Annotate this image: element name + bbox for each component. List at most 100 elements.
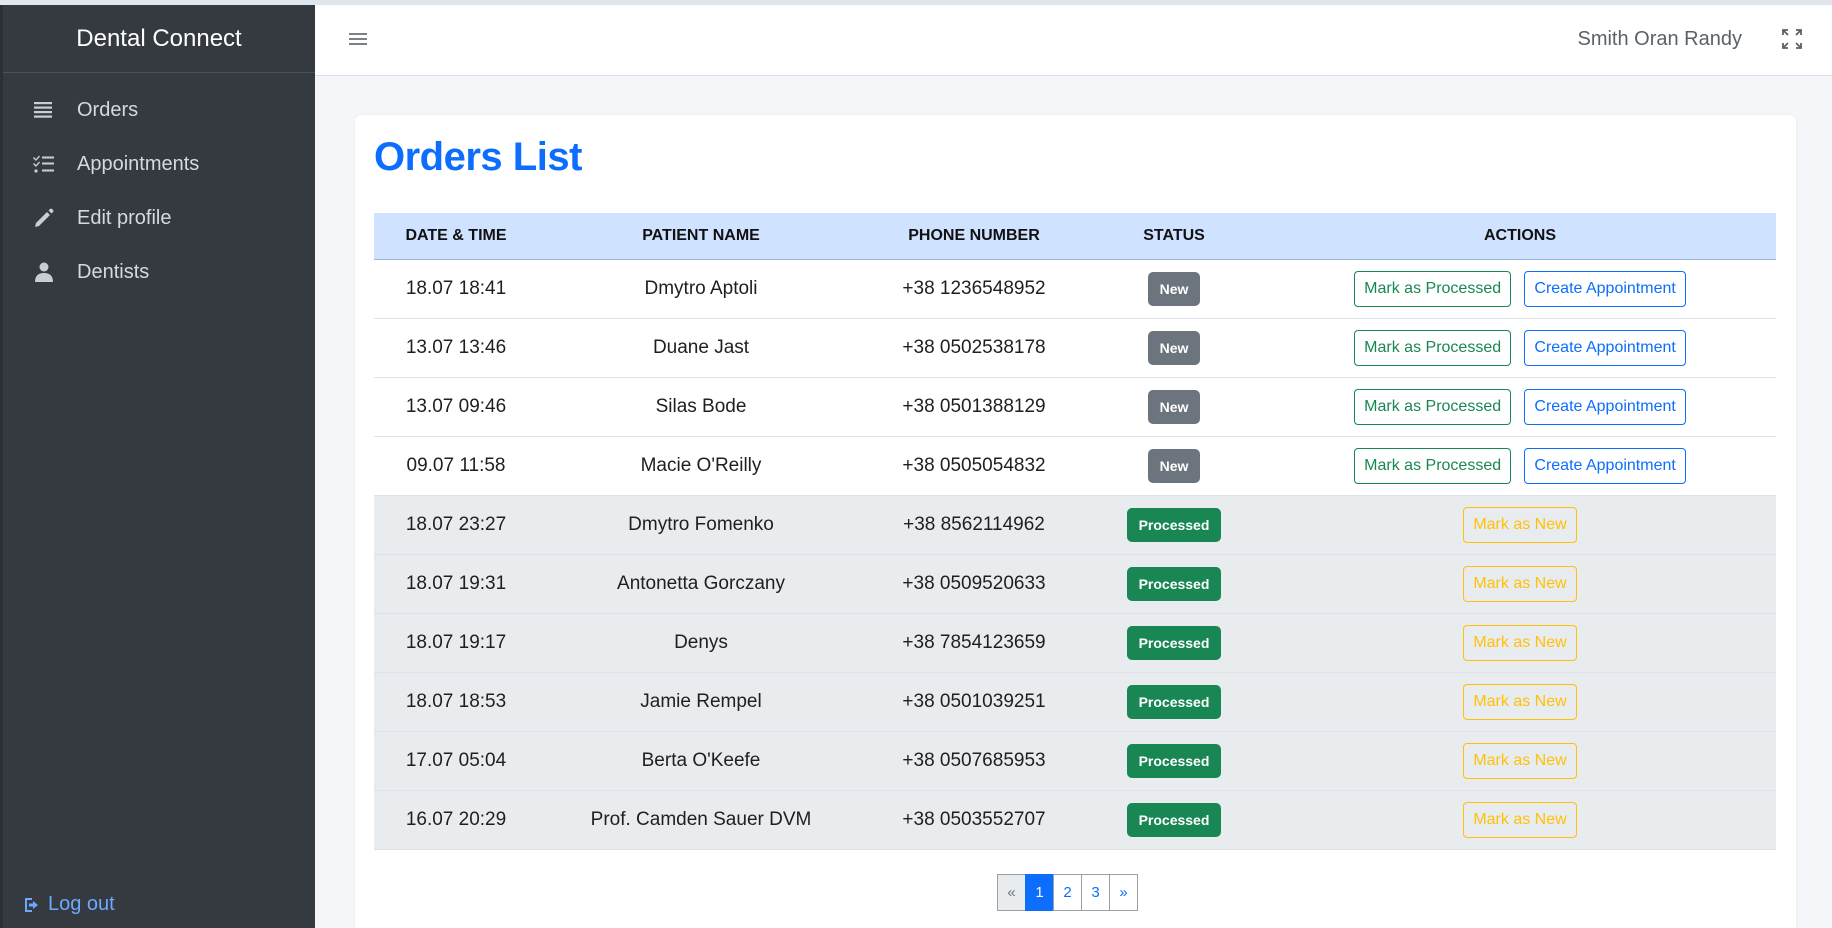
logout-link[interactable]: Log out [23,893,115,916]
table-row: 18.07 18:41 Dmytro Aptoli +38 1236548952… [374,259,1776,319]
create-appointment-button[interactable]: Create Appointment [1524,329,1686,366]
mark-processed-button[interactable]: Mark as Processed [1354,329,1512,366]
mark-processed-button[interactable]: Mark as Processed [1354,270,1512,307]
sidebar-item-dentists[interactable]: Dentists [3,245,315,299]
cell-date: 16.07 20:29 [374,790,538,850]
column-header-actions: ACTIONS [1264,213,1776,260]
cell-phone: +38 0502538178 [864,318,1084,378]
table-row: 13.07 13:46 Duane Jast +38 0502538178 Ne… [374,318,1776,378]
cell-date: 13.07 13:46 [374,318,538,378]
page-title: Orders List [374,135,582,179]
top-bar: Smith Oran Randy [315,5,1832,76]
column-header-status: STATUS [1084,213,1264,260]
cell-patient-name: Jamie Rempel [538,672,864,732]
cell-phone: +38 7854123659 [864,613,1084,673]
sidebar-item-label: Appointments [77,152,200,175]
column-header-phone: PHONE NUMBER [864,213,1084,260]
create-appointment-button[interactable]: Create Appointment [1524,388,1686,425]
status-badge: Processed [1126,566,1222,601]
sidebar-item-appointments[interactable]: Appointments [3,137,315,191]
cell-patient-name: Antonetta Gorczany [538,554,864,614]
cell-date: 18.07 19:31 [374,554,538,614]
cell-date: 18.07 18:53 [374,672,538,732]
orders-table: DATE & TIME PATIENT NAME PHONE NUMBER ST… [374,213,1776,850]
cell-phone: +38 0505054832 [864,436,1084,496]
mark-new-button[interactable]: Mark as New [1463,683,1577,720]
create-appointment-button[interactable]: Create Appointment [1524,270,1686,307]
hamburger-menu-icon[interactable] [349,29,367,49]
cell-phone: +38 8562114962 [864,495,1084,555]
cell-phone: +38 0501388129 [864,377,1084,437]
table-header-row: DATE & TIME PATIENT NAME PHONE NUMBER ST… [374,213,1776,260]
pagination-prev[interactable]: « [997,874,1026,911]
table-row: 18.07 18:53 Jamie Rempel +38 0501039251 … [374,672,1776,732]
sidebar-item-label: Dentists [77,260,150,283]
brand-title[interactable]: Dental Connect [3,5,315,73]
mark-processed-button[interactable]: Mark as Processed [1354,388,1512,425]
status-badge: Processed [1126,802,1222,837]
mark-processed-button[interactable]: Mark as Processed [1354,447,1512,484]
list-icon [31,99,57,121]
cell-date: 17.07 05:04 [374,731,538,791]
pagination-page-2[interactable]: 2 [1053,874,1082,911]
status-badge: New [1147,271,1201,306]
cell-patient-name: Dmytro Fomenko [538,495,864,555]
status-badge: New [1147,448,1201,483]
cell-patient-name: Prof. Camden Sauer DVM [538,790,864,850]
pagination: « 1 2 3 » [997,874,1138,911]
fullscreen-icon[interactable] [1780,27,1804,51]
cell-date: 18.07 19:17 [374,613,538,673]
cell-patient-name: Silas Bode [538,377,864,437]
table-row: 18.07 23:27 Dmytro Fomenko +38 856211496… [374,495,1776,555]
column-header-date: DATE & TIME [374,213,538,260]
cell-phone: +38 0501039251 [864,672,1084,732]
cell-date: 18.07 23:27 [374,495,538,555]
cell-date: 18.07 18:41 [374,259,538,319]
user-doctor-icon [31,261,57,283]
mark-new-button[interactable]: Mark as New [1463,624,1577,661]
table-row: 13.07 09:46 Silas Bode +38 0501388129 Ne… [374,377,1776,437]
cell-date: 13.07 09:46 [374,377,538,437]
pagination-next[interactable]: » [1109,874,1138,911]
cell-patient-name: Macie O'Reilly [538,436,864,496]
column-header-patient: PATIENT NAME [538,213,864,260]
sidebar-item-orders[interactable]: Orders [3,83,315,137]
create-appointment-button[interactable]: Create Appointment [1524,447,1686,484]
cell-phone: +38 0503552707 [864,790,1084,850]
cell-phone: +38 1236548952 [864,259,1084,319]
cell-patient-name: Duane Jast [538,318,864,378]
mark-new-button[interactable]: Mark as New [1463,801,1577,838]
pagination-page-1[interactable]: 1 [1025,874,1054,911]
orders-card: Orders List DATE & TIME PATIENT NAME PHO… [355,115,1796,928]
status-badge: Processed [1126,684,1222,719]
table-row: 18.07 19:31 Antonetta Gorczany +38 05095… [374,554,1776,614]
status-badge: New [1147,389,1201,424]
logout-label: Log out [48,893,115,915]
status-badge: Processed [1126,507,1222,542]
status-badge: New [1147,330,1201,365]
sidebar-item-edit-profile[interactable]: Edit profile [3,191,315,245]
cell-patient-name: Denys [538,613,864,673]
sidebar-nav: Orders Appointments Edit profile Dentist… [3,83,315,299]
pagination-page-3[interactable]: 3 [1081,874,1110,911]
pencil-icon [31,207,57,229]
sign-out-icon [25,897,38,912]
cell-patient-name: Dmytro Aptoli [538,259,864,319]
table-row: 16.07 20:29 Prof. Camden Sauer DVM +38 0… [374,790,1776,850]
table-row: 17.07 05:04 Berta O'Keefe +38 0507685953… [374,731,1776,791]
mark-new-button[interactable]: Mark as New [1463,506,1577,543]
cell-phone: +38 0507685953 [864,731,1084,791]
status-badge: Processed [1126,743,1222,778]
table-row: 18.07 19:17 Denys +38 7854123659 Process… [374,613,1776,673]
main-content: Smith Oran Randy Orders List DATE & TIME… [315,5,1832,928]
user-name[interactable]: Smith Oran Randy [1577,28,1742,51]
list-check-icon [31,153,57,175]
sidebar-item-label: Edit profile [77,206,172,229]
mark-new-button[interactable]: Mark as New [1463,565,1577,602]
cell-phone: +38 0509520633 [864,554,1084,614]
app-window: Dental Connect Orders Appointments Edit … [0,5,1832,928]
mark-new-button[interactable]: Mark as New [1463,742,1577,779]
sidebar-item-label: Orders [77,98,139,121]
table-row: 09.07 11:58 Macie O'Reilly +38 050505483… [374,436,1776,496]
cell-date: 09.07 11:58 [374,436,538,496]
